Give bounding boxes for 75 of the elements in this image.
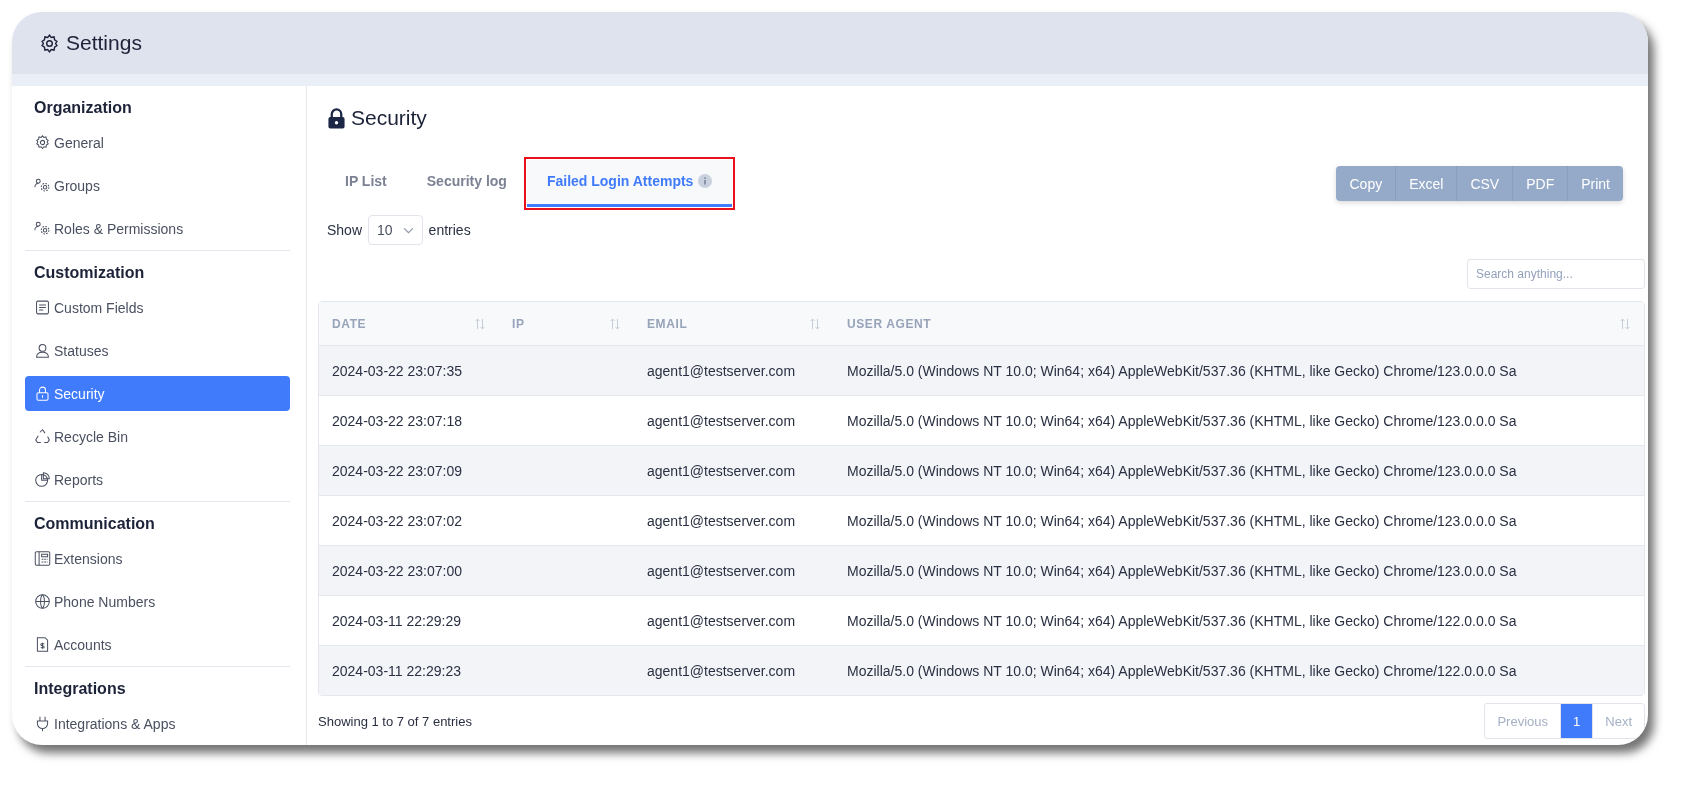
table-cell: 2024-03-22 23:07:18 bbox=[332, 412, 462, 429]
table-cell: 2024-03-11 22:29:29 bbox=[332, 612, 461, 629]
table-cell: agent1@testserver.com bbox=[647, 412, 796, 429]
table-cell: agent1@testserver.com bbox=[647, 562, 796, 579]
table-cell: agent1@testserver.com bbox=[647, 612, 796, 629]
sidebar-item[interactable]: Phone Numbers bbox=[25, 584, 290, 619]
sidebar-item[interactable]: Statuses bbox=[25, 333, 290, 368]
export-button[interactable]: Excel bbox=[1396, 166, 1458, 201]
table-cell: Mozilla/5.0 (Windows NT 10.0; Win64; x64) AppleWebKit/537.36 (KHTML, like Gecko) Chrome/123.0.0.0 Sa bbox=[847, 462, 1517, 479]
sidebar-item[interactable]: Roles & Permissions bbox=[25, 211, 290, 246]
invoice-icon bbox=[34, 636, 51, 653]
entries-label: entries bbox=[428, 222, 471, 238]
gear-icon bbox=[34, 134, 51, 151]
info-icon bbox=[698, 174, 713, 188]
header-title: Settings bbox=[66, 31, 142, 55]
column-header[interactable]: USER AGENT bbox=[847, 316, 932, 331]
table-cell: 2024-03-22 23:07:02 bbox=[332, 512, 462, 529]
lock-icon bbox=[327, 107, 346, 129]
doc-icon bbox=[34, 299, 51, 316]
sort-icon[interactable] bbox=[809, 317, 821, 330]
column-header[interactable]: IP bbox=[512, 316, 525, 331]
tab[interactable]: Failed Login Attempts bbox=[526, 160, 733, 207]
page-title: Security bbox=[351, 106, 427, 130]
table-cell: agent1@testserver.com bbox=[647, 362, 796, 379]
column-header[interactable]: EMAIL bbox=[647, 316, 688, 331]
sidebar-item[interactable]: Security bbox=[25, 376, 290, 411]
table-cell: 2024-03-22 23:07:09 bbox=[332, 462, 462, 479]
sidebar-item[interactable]: Extensions bbox=[25, 541, 290, 576]
settings-icon bbox=[39, 32, 60, 54]
section-heading: Integrations bbox=[33, 680, 127, 699]
recycle-icon bbox=[34, 428, 51, 445]
sidebar-item[interactable]: Custom Fields bbox=[25, 290, 290, 325]
search-field[interactable]: Search anything... bbox=[1467, 259, 1645, 289]
table-cell: agent1@testserver.com bbox=[647, 462, 796, 479]
lock-icon bbox=[34, 385, 51, 402]
table-cell: 2024-03-11 22:29:23 bbox=[332, 662, 461, 679]
tab[interactable]: Security log bbox=[406, 160, 527, 207]
page-button[interactable]: 1 bbox=[1560, 704, 1593, 738]
chevron-down-icon bbox=[402, 226, 414, 234]
globe-icon bbox=[34, 593, 51, 610]
section-heading: Organization bbox=[33, 99, 133, 118]
export-button[interactable]: PDF bbox=[1513, 166, 1569, 201]
pie-icon bbox=[34, 471, 51, 488]
sort-icon[interactable] bbox=[474, 317, 486, 330]
sidebar-item[interactable]: Accounts bbox=[25, 627, 290, 662]
export-button[interactable]: Copy bbox=[1336, 166, 1397, 201]
sort-icon[interactable] bbox=[1619, 317, 1631, 330]
export-button[interactable]: Print bbox=[1568, 166, 1623, 201]
plug-icon bbox=[34, 715, 51, 732]
sidebar-item[interactable]: Recycle Bin bbox=[25, 419, 290, 454]
sidebar-item[interactable]: General bbox=[25, 125, 290, 160]
show-label: Show bbox=[327, 222, 363, 238]
section-heading: Customization bbox=[33, 264, 146, 283]
table-cell: Mozilla/5.0 (Windows NT 10.0; Win64; x64) AppleWebKit/537.36 (KHTML, like Gecko) Chrome/123.0.0.0 Sa bbox=[847, 562, 1517, 579]
entries-select[interactable]: 10 bbox=[368, 215, 423, 245]
tab[interactable]: IP List bbox=[325, 160, 407, 207]
section-heading: Communication bbox=[33, 515, 156, 534]
sidebar-item[interactable]: Reports bbox=[25, 462, 290, 497]
table-info: Showing 1 to 7 of 7 entries bbox=[318, 713, 472, 729]
table-cell: agent1@testserver.com bbox=[647, 512, 796, 529]
column-header[interactable]: DATE bbox=[332, 316, 367, 331]
phone-icon bbox=[34, 550, 51, 567]
sidebar-item[interactable]: Integrations & Apps bbox=[25, 706, 290, 741]
sort-icon[interactable] bbox=[609, 317, 621, 330]
person-icon bbox=[34, 342, 51, 359]
table-cell: Mozilla/5.0 (Windows NT 10.0; Win64; x64) AppleWebKit/537.36 (KHTML, like Gecko) Chrome/123.0.0.0 Sa bbox=[847, 512, 1517, 529]
table-cell: Mozilla/5.0 (Windows NT 10.0; Win64; x64) AppleWebKit/537.36 (KHTML, like Gecko) Chrome/123.0.0.0 Sa bbox=[847, 412, 1517, 429]
export-button[interactable]: CSV bbox=[1457, 166, 1514, 201]
sidebar-item[interactable]: Groups bbox=[25, 168, 290, 203]
table-cell: Mozilla/5.0 (Windows NT 10.0; Win64; x64) AppleWebKit/537.36 (KHTML, like Gecko) Chrome/123.0.0.0 Sa bbox=[847, 362, 1517, 379]
table-cell: Mozilla/5.0 (Windows NT 10.0; Win64; x64) AppleWebKit/537.36 (KHTML, like Gecko) Chrome/122.0.0.0 Sa bbox=[847, 612, 1517, 629]
table-cell: Mozilla/5.0 (Windows NT 10.0; Win64; x64) AppleWebKit/537.36 (KHTML, like Gecko) Chrome/122.0.0.0 Sa bbox=[847, 662, 1517, 679]
table-cell: 2024-03-22 23:07:00 bbox=[332, 562, 462, 579]
table-cell: agent1@testserver.com bbox=[647, 662, 796, 679]
table-cell: 2024-03-22 23:07:35 bbox=[332, 362, 462, 379]
